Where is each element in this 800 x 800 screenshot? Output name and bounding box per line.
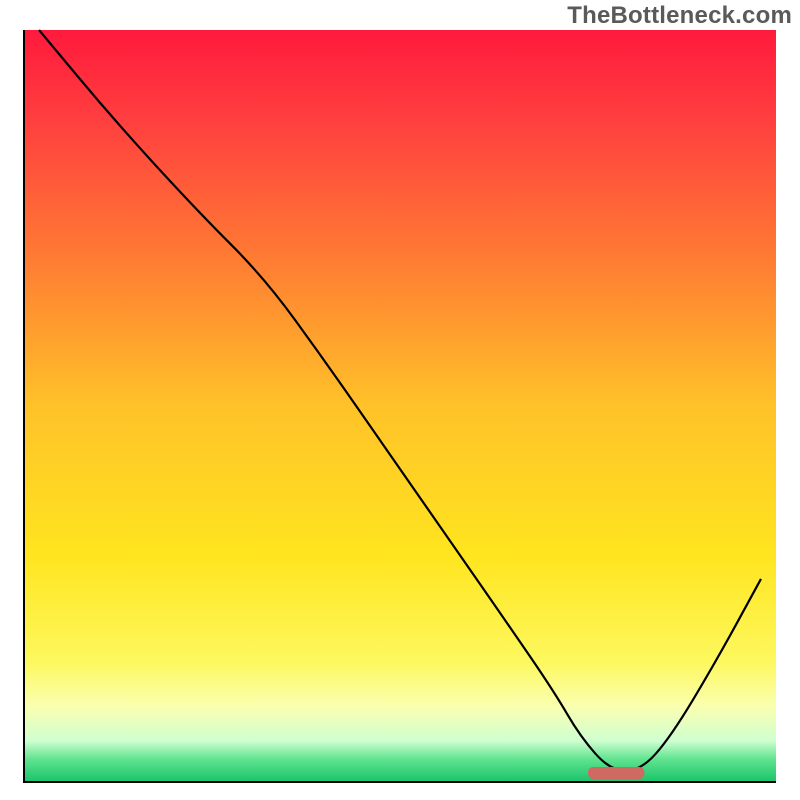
chart-frame: TheBottleneck.com	[0, 0, 800, 800]
gradient-background	[24, 30, 776, 782]
optimal-range-marker	[588, 767, 644, 779]
watermark-text: TheBottleneck.com	[567, 2, 792, 30]
bottleneck-chart	[0, 0, 800, 800]
